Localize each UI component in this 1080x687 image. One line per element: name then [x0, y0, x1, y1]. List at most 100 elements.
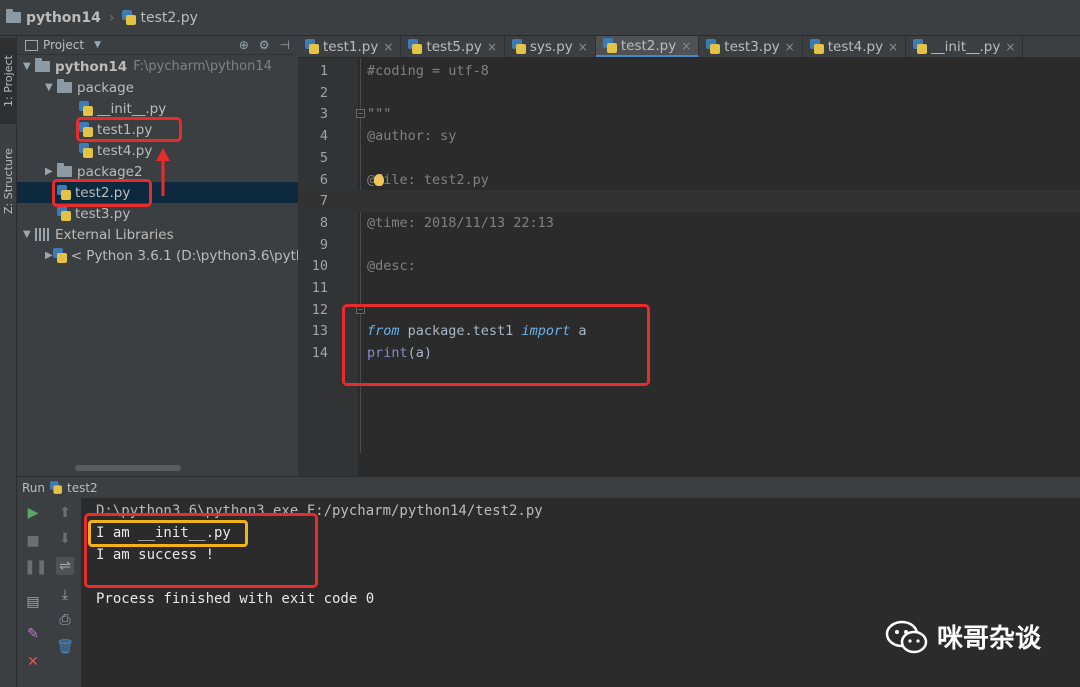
breadcrumb-file[interactable]: test2.py [122, 9, 198, 26]
arrow-up-icon[interactable]: ⬆ [56, 504, 74, 522]
code-line: 4 @author: sy [298, 125, 1080, 147]
code-text: @file: test2.py [367, 169, 489, 191]
line-number: 13 [311, 323, 328, 340]
code-line: 8 @time: 2018/11/13 22:13 [298, 212, 1080, 234]
stop-icon[interactable]: ■ [24, 532, 42, 550]
close-icon[interactable]: × [785, 40, 795, 54]
scroll-to-end-icon[interactable]: ⤓ [56, 586, 74, 604]
trash-icon[interactable]: 🗑 [56, 638, 74, 656]
code-text: #coding = utf-8 [367, 60, 489, 82]
line-number: 10 [311, 258, 328, 275]
run-toolbar-primary: ▶ ■ ❚❚ ▤ ✎ ✕ [17, 498, 49, 687]
chevron-down-icon[interactable]: ▼ [23, 61, 35, 72]
close-icon[interactable]: × [383, 40, 393, 54]
editor-tab[interactable]: test2.py × [595, 36, 700, 57]
editor-tab[interactable]: test3.py × [699, 36, 803, 57]
code-token: #coding = utf-8 [367, 63, 489, 79]
fold-marker-icon[interactable]: − [356, 109, 365, 119]
run-config-name[interactable]: test2 [67, 481, 98, 495]
code-line: 6 @file: test2.py [298, 169, 1080, 191]
close-icon[interactable]: × [578, 40, 588, 54]
close-icon[interactable]: × [888, 40, 898, 54]
code-line: 11 [298, 277, 1080, 299]
line-number: 4 [319, 128, 328, 145]
python-file-icon [602, 38, 617, 53]
tool-tab-project[interactable]: 1: Project [0, 38, 17, 124]
soft-wrap-icon[interactable]: ⇌ [56, 557, 74, 575]
python-file-icon [511, 39, 526, 54]
dump-threads-icon[interactable]: ▤ [24, 593, 42, 611]
chevron-down-icon[interactable]: ▼ [23, 229, 35, 240]
arrow-down-icon[interactable]: ⬇ [56, 530, 74, 548]
python-file-icon [408, 39, 423, 54]
code-token: @author: sy [367, 128, 457, 145]
code-token: @desc: [367, 258, 416, 275]
line-number: 6 [319, 171, 328, 188]
chevron-right-icon[interactable]: ▶ [45, 166, 57, 177]
tool-tab-structure[interactable]: Z: Structure [0, 136, 17, 226]
python-file-icon [50, 481, 62, 494]
code-line: 7 [298, 190, 1080, 213]
editor-tab[interactable]: sys.py × [505, 36, 596, 57]
project-view-icon [25, 39, 38, 51]
annotation-box-test2 [52, 179, 152, 207]
python-file-icon [809, 39, 824, 54]
python-file-icon [52, 248, 67, 263]
folder-icon [57, 79, 72, 93]
code-editor[interactable]: 1 #coding = utf-8 2 3 """ − 4 @author: sy 5 6 @fil… [298, 58, 1080, 476]
watermark-text: 咪哥杂谈 [937, 624, 1042, 654]
horizontal-scrollbar[interactable] [75, 465, 181, 471]
project-panel-header: Project ▼ ⊕ ⚙ ⊣ [17, 36, 298, 55]
breadcrumb-separator: › [108, 9, 115, 26]
editor-tab[interactable]: test5.py × [401, 36, 505, 57]
gear-icon[interactable]: ⚙ [259, 38, 270, 52]
rerun-icon[interactable]: ▶ [24, 504, 42, 522]
chevron-right-icon[interactable]: ▶ [45, 250, 53, 261]
project-view-label[interactable]: Project [43, 38, 84, 52]
line-number: 5 [319, 149, 328, 166]
pin-icon[interactable]: ✎ [24, 625, 42, 643]
tree-item[interactable]: ▶ < Python 3.6.1 (D:\python3.6\pyth [17, 245, 304, 266]
breadcrumb-file-label: test2.py [140, 9, 198, 26]
folder-icon [6, 9, 21, 23]
tree-item[interactable]: ▼ External Libraries [17, 224, 298, 245]
tree-item[interactable]: ▼ python14 F:\pycharm\python14 [17, 56, 298, 77]
tree-item[interactable]: __init__.py [17, 98, 298, 119]
line-number: 3 [319, 106, 328, 123]
close-icon[interactable]: × [487, 40, 497, 54]
editor-tab-label: test1.py [323, 38, 379, 55]
editor-tab-label: sys.py [529, 38, 573, 55]
python-file-icon [706, 39, 721, 54]
annotation-arrow [156, 148, 170, 196]
hide-panel-icon[interactable]: ⊣ [280, 38, 290, 52]
scroll-from-source-icon[interactable]: ⊕ [239, 38, 249, 52]
tree-item-label: package [77, 79, 134, 96]
editor-tab-label: test3.py [724, 38, 780, 55]
breadcrumb-project[interactable]: python14 [6, 9, 101, 26]
pause-icon[interactable]: ❚❚ [24, 558, 47, 576]
close-icon[interactable]: × [1005, 40, 1015, 54]
annotation-box-init-output [88, 520, 248, 547]
python-file-icon [79, 143, 93, 158]
chevron-down-icon[interactable]: ▼ [45, 82, 57, 93]
editor-tab[interactable]: test4.py × [803, 36, 907, 57]
editor-tab[interactable]: test1.py × [298, 36, 402, 57]
code-text: """ [367, 103, 391, 125]
tree-item-label: python14 [55, 58, 128, 75]
tree-item[interactable]: ▼ package [17, 77, 298, 98]
print-icon[interactable]: ⎙ [56, 611, 74, 629]
tree-item-label: __init__.py [97, 100, 167, 117]
run-panel-header: Run test2 [17, 476, 1080, 498]
tree-item-label: package2 [77, 163, 143, 180]
close-icon[interactable]: × [681, 39, 691, 53]
tree-item-label: test4.py [97, 142, 153, 159]
close-icon[interactable]: ✕ [24, 653, 42, 671]
code-line: 2 [298, 82, 1080, 104]
line-number: 2 [319, 84, 328, 101]
breadcrumb-project-label: python14 [26, 9, 101, 26]
library-icon [35, 228, 50, 241]
editor-tab[interactable]: __init__.py × [906, 36, 1024, 57]
tree-item-label: < Python 3.6.1 (D:\python3.6\pyth [70, 247, 305, 264]
chevron-down-icon[interactable]: ▼ [94, 40, 101, 50]
lightbulb-icon[interactable] [374, 173, 384, 186]
